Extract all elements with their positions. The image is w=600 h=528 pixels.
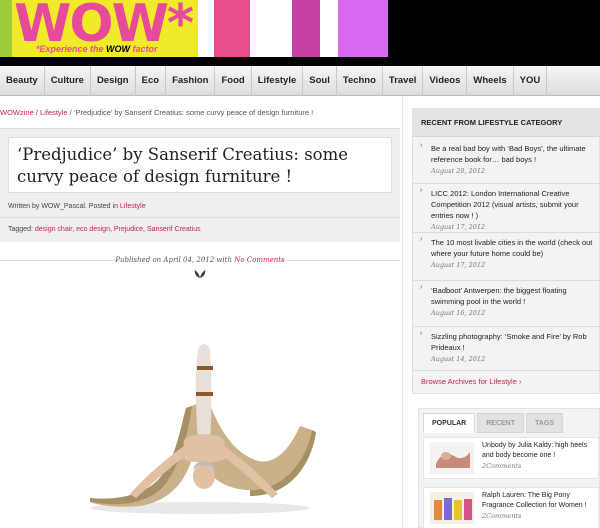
nav-item-wheels[interactable]: Wheels	[467, 66, 514, 96]
header-color-bar	[320, 0, 338, 57]
divider	[402, 96, 403, 528]
recent-post-date: August 17, 2012	[431, 261, 486, 269]
chevron-right-icon: ›	[516, 377, 522, 386]
nav-item-soul[interactable]: Soul	[303, 66, 337, 96]
header-color-bar	[214, 0, 250, 57]
chevron-right-icon: ›	[420, 330, 423, 337]
breadcrumb: WOWzine / Lifestyle / ‘Predjudice’ by Sa…	[0, 108, 314, 117]
comment-count: 2Comments	[482, 512, 522, 520]
recent-post-item[interactable]: › Be a real bad boy with ‘Bad Boys’, the …	[413, 139, 599, 184]
post-thumbnail[interactable]	[430, 442, 474, 474]
popular-post-item[interactable]: Ralph Lauren: The Big Pony Fragrance Col…	[423, 487, 599, 528]
nav-item-travel[interactable]: Travel	[383, 66, 424, 96]
site-tagline: *Experience the WOW factor	[36, 44, 158, 54]
nav-item-you[interactable]: YOU	[514, 66, 548, 96]
header-color-bar	[250, 0, 292, 57]
recent-lifestyle-widget: RECENT FROM LIFESTYLE CATEGORY Browse Ar…	[412, 108, 600, 394]
nav-item-fashion[interactable]: Fashion	[166, 66, 216, 96]
nav-item-eco[interactable]: Eco	[136, 66, 167, 96]
popular-post-text: Unbody by Julia Kaldy: high heels and bo…	[482, 441, 596, 471]
recent-post-date: August 16, 2012	[431, 309, 486, 317]
nav-item-lifestyle[interactable]: Lifestyle	[252, 66, 304, 96]
popular-post-title[interactable]: Ralph Lauren: The Big Pony Fragrance Col…	[482, 491, 596, 511]
post-image-furniture	[90, 344, 316, 514]
chevron-right-icon: ›	[420, 284, 423, 291]
site-header: WOW* *Experience the WOW factor	[0, 0, 600, 66]
nav-item-techno[interactable]: Techno	[337, 66, 383, 96]
nav-item-beauty[interactable]: Beauty	[0, 66, 45, 96]
tab-recent[interactable]: RECENT	[477, 413, 525, 433]
recent-post-item[interactable]: › ‘Badboot’ Antwerpen: the biggest floati…	[413, 281, 599, 327]
chevron-right-icon: ›	[420, 187, 423, 194]
chevron-right-icon: ›	[420, 236, 423, 243]
tags-label: Tagged:	[8, 226, 35, 233]
tag-link[interactable]: Prejudice	[114, 226, 143, 233]
recent-post-item[interactable]: › The 10 most livable cities in the world…	[413, 233, 599, 281]
post-title: ‘Predjudice’ by Sanserif Creatius: some …	[17, 145, 349, 186]
divider	[0, 217, 400, 218]
popular-widget: POPULAR RECENT TAGS Unbody by Julia Kaldy:…	[418, 408, 600, 528]
nav-item-design[interactable]: Design	[91, 66, 136, 96]
popular-post-text: Ralph Lauren: The Big Pony Fragrance Col…	[482, 491, 596, 521]
tab-tags[interactable]: TAGS	[526, 413, 563, 433]
nav-item-food[interactable]: Food	[215, 66, 252, 96]
recent-post-date: August 17, 2012	[431, 223, 486, 231]
chevron-right-icon: ›	[420, 142, 423, 149]
nav-item-videos[interactable]: Videos	[423, 66, 468, 96]
comments-link[interactable]: No Comments	[234, 256, 284, 264]
recent-post-item[interactable]: › Sizzling photography: ‘Smoke and Fire’ …	[413, 327, 599, 371]
comment-count: 2Comments	[482, 462, 522, 470]
recent-post-date: August 14, 2012	[431, 355, 486, 363]
published-date: Published on April 04, 2012 with	[115, 256, 235, 264]
widget-tabs: POPULAR RECENT TAGS	[423, 413, 565, 433]
header-color-bar	[292, 0, 320, 57]
popular-post-title[interactable]: Unbody by Julia Kaldy: high heels and bo…	[482, 441, 596, 461]
logo-accent-stripe	[0, 0, 12, 57]
recent-post-title[interactable]: Be a real bad boy with ‘Bad Boys’, the u…	[431, 143, 593, 165]
main-navigation: Beauty Culture Design Eco Fashion Food Lifesty…	[0, 66, 600, 96]
post-meta: Written by WOW_Pascal. Posted in Lifesty…	[8, 203, 146, 210]
recent-post-item[interactable]: › LICC 2012: London International Creativ…	[413, 184, 599, 233]
tag-link[interactable]: eco design	[76, 226, 110, 233]
post-category-link[interactable]: Lifestyle	[120, 203, 146, 210]
post-title-box: ‘Predjudice’ by Sanserif Creatius: some …	[8, 137, 392, 193]
recent-post-title[interactable]: LICC 2012: London International Creative…	[431, 188, 593, 221]
header-color-bar	[338, 0, 388, 57]
recent-post-title[interactable]: The 10 most livable cities in the world …	[431, 237, 593, 259]
tab-popular[interactable]: POPULAR	[423, 413, 476, 433]
tag-link[interactable]: design chair	[35, 226, 72, 233]
recent-post-title[interactable]: Sizzling photography: ‘Smoke and Fire’ b…	[431, 331, 593, 353]
leaf-ornament-icon	[194, 270, 206, 278]
post-thumbnail[interactable]	[430, 492, 474, 524]
post-author: Written by WOW_Pascal. Posted in	[8, 203, 120, 210]
site-logo[interactable]: WOW* *Experience the WOW factor	[0, 0, 198, 57]
logo-star: *	[166, 0, 194, 54]
recent-post-title[interactable]: ‘Badboot’ Antwerpen: the biggest floatin…	[431, 285, 593, 307]
post-tags: Tagged: design chair, eco design, Prejud…	[8, 226, 201, 233]
widget-heading: RECENT FROM LIFESTYLE CATEGORY	[413, 109, 599, 137]
published-info: Published on April 04, 2012 with No Comm…	[0, 256, 400, 264]
breadcrumb-current: ‘Predjudice’ by Sanserif Creatius: some …	[73, 108, 314, 117]
nav-item-culture[interactable]: Culture	[45, 66, 91, 96]
post-header: ‘Predjudice’ by Sanserif Creatius: some …	[0, 128, 400, 242]
tag-link[interactable]: Sanserif Creatius	[147, 226, 201, 233]
breadcrumb-home-link[interactable]: WOWzine	[0, 108, 34, 117]
recent-post-date: August 20, 2012	[431, 167, 486, 175]
breadcrumb-category-link[interactable]: Lifestyle	[40, 108, 68, 117]
browse-archives-link[interactable]: Browse Archives for Lifestyle ›	[421, 377, 521, 386]
header-color-bar	[198, 0, 214, 57]
popular-post-item[interactable]: Unbody by Julia Kaldy: high heels and bo…	[423, 437, 599, 479]
